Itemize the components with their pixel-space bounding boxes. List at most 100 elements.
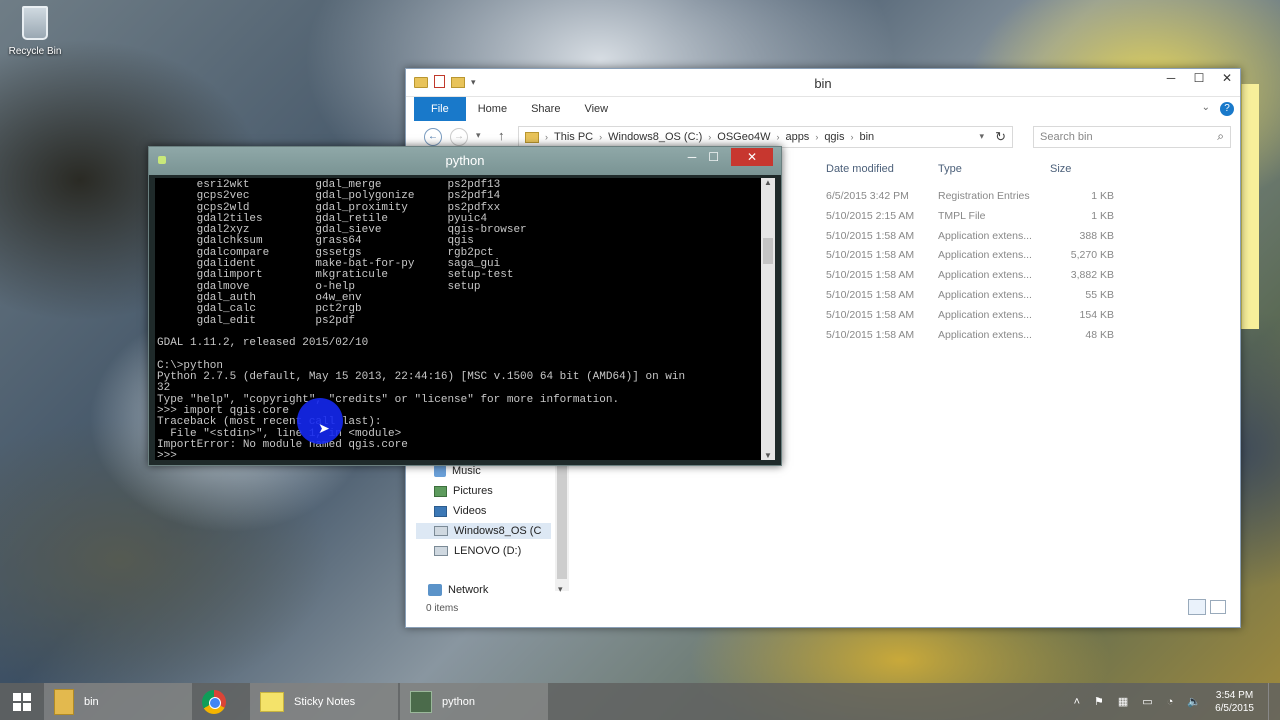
taskbar-item-python[interactable]: python xyxy=(400,683,548,720)
crumb-this-pc[interactable]: This PC xyxy=(554,131,593,143)
taskbar: bin Sticky Notes python ˄ ⚑ ▦ ▭ ◔ 🔈 3:54… xyxy=(0,683,1280,720)
chevron-down-icon[interactable]: ▼ xyxy=(764,451,772,460)
windows-logo-icon xyxy=(13,692,31,711)
python-icon xyxy=(410,690,432,713)
taskbar-item-label: Sticky Notes xyxy=(294,695,356,708)
taskbar-item-sticky-notes[interactable]: Sticky Notes xyxy=(250,683,398,720)
column-size[interactable]: Size xyxy=(1050,163,1071,175)
crumb-bin[interactable]: bin xyxy=(860,131,875,143)
maximize-icon[interactable]: ☐ xyxy=(708,150,719,164)
scrollbar-thumb[interactable] xyxy=(557,451,567,579)
details-view-icon[interactable] xyxy=(1188,599,1206,615)
large-icons-view-icon[interactable] xyxy=(1210,600,1226,614)
close-icon[interactable]: ✕ xyxy=(1220,71,1234,85)
nav-item-pictures[interactable]: Pictures xyxy=(434,485,493,497)
maximize-icon[interactable]: ☐ xyxy=(1192,71,1206,85)
folder-icon xyxy=(54,688,74,715)
sticky-note-window-edge[interactable] xyxy=(1241,84,1259,329)
window-controls: ─ ☐ ✕ xyxy=(1164,71,1234,85)
recent-locations-icon[interactable]: ▾ xyxy=(476,130,481,141)
minimize-icon[interactable]: ─ xyxy=(688,150,697,164)
table-row[interactable]: 5/10/2015 1:58 AM Application extens... 55… xyxy=(818,286,1218,306)
back-button[interactable]: ← xyxy=(424,128,442,146)
table-row[interactable]: 5/10/2015 1:58 AM Application extens... 3,… xyxy=(818,266,1218,286)
chevron-right-icon[interactable]: › xyxy=(708,132,711,142)
taskbar-item-chrome[interactable] xyxy=(192,683,248,720)
expand-ribbon-icon[interactable]: ⌄ xyxy=(1202,102,1210,116)
battery-icon[interactable]: ▭ xyxy=(1142,695,1152,708)
tab-file[interactable]: File xyxy=(414,97,466,121)
cell-size: 48 KB xyxy=(1085,328,1114,341)
mouse-pointer-icon: ➤ xyxy=(318,420,330,436)
folder-icon xyxy=(525,131,539,143)
chevron-up-icon[interactable]: ▲ xyxy=(764,178,772,187)
cell-size: 5,270 KB xyxy=(1070,249,1114,262)
chevron-right-icon[interactable]: › xyxy=(776,132,779,142)
tab-share[interactable]: Share xyxy=(519,97,572,121)
action-center-flag-icon[interactable]: ⚑ xyxy=(1094,695,1104,708)
cell-type: Application extens... xyxy=(938,229,1032,242)
address-dropdown-icon[interactable]: ▾ xyxy=(979,131,984,142)
show-hidden-icons-icon[interactable]: ˄ xyxy=(1074,696,1080,708)
cell-date: 5/10/2015 1:58 AM xyxy=(826,269,915,282)
tab-view[interactable]: View xyxy=(572,97,620,121)
crumb-qgis[interactable]: qgis xyxy=(824,131,844,143)
wifi-icon[interactable]: ◔ xyxy=(1167,696,1174,708)
cell-type: Registration Entries xyxy=(938,190,1030,202)
chevron-down-icon[interactable]: ▾ xyxy=(558,584,563,595)
nav-item-videos[interactable]: Videos xyxy=(434,505,486,517)
chevron-right-icon[interactable]: › xyxy=(545,132,548,142)
taskbar-item-bin[interactable]: bin xyxy=(44,683,192,720)
console-titlebar[interactable]: python ─ ☐ ✕ xyxy=(149,147,781,175)
start-button[interactable] xyxy=(0,683,44,720)
clock[interactable]: 3:54 PM 6/5/2015 xyxy=(1215,689,1254,715)
minimize-icon[interactable]: ─ xyxy=(1164,71,1178,85)
console-scrollbar[interactable]: ▲ ▼ xyxy=(761,178,775,460)
nav-item-windows-drive[interactable]: Windows8_OS (C xyxy=(416,523,551,539)
crumb-apps[interactable]: apps xyxy=(785,131,809,143)
refresh-icon[interactable]: ↻ xyxy=(995,129,1006,145)
column-date-modified[interactable]: Date modified xyxy=(826,163,894,175)
volume-icon[interactable]: 🔈 xyxy=(1187,695,1201,708)
console-window-controls: ─ ☐ ✕ xyxy=(688,148,773,166)
forward-button[interactable]: → xyxy=(450,128,468,146)
nav-item-label: Network xyxy=(448,584,489,596)
address-bar[interactable]: › This PC › Windows8_OS (C:) › OSGeo4W ›… xyxy=(518,126,1013,148)
table-row[interactable]: 5/10/2015 1:58 AM Application extens... 15… xyxy=(818,306,1218,326)
table-row[interactable]: 6/5/2015 3:42 PM Registration Entries 1 KB xyxy=(818,187,1218,207)
help-icon[interactable]: ? xyxy=(1220,102,1234,116)
chevron-right-icon[interactable]: › xyxy=(815,132,818,142)
tab-home[interactable]: Home xyxy=(466,97,519,121)
chevron-right-icon[interactable]: › xyxy=(851,132,854,142)
network-icon xyxy=(428,584,442,596)
up-button[interactable]: ↑ xyxy=(498,128,505,143)
scrollbar-thumb[interactable] xyxy=(763,238,773,264)
ribbon-tabs: File Home Share View ⌄ ? xyxy=(406,97,1240,121)
window-title: bin xyxy=(814,76,832,91)
close-icon[interactable]: ✕ xyxy=(731,148,773,166)
nav-item-lenovo-drive[interactable]: LENOVO (D:) xyxy=(434,545,521,557)
column-type[interactable]: Type xyxy=(938,163,962,175)
cell-date: 6/5/2015 3:42 PM xyxy=(826,190,909,202)
network-icon[interactable]: ▦ xyxy=(1118,695,1128,708)
cell-size: 55 KB xyxy=(1085,289,1114,301)
table-row[interactable]: 5/10/2015 2:15 AM TMPL File 1 KB xyxy=(818,207,1218,227)
chevron-right-icon[interactable]: › xyxy=(599,132,602,142)
table-row[interactable]: 5/10/2015 1:58 AM Application extens... 48… xyxy=(818,326,1218,346)
show-desktop-button[interactable] xyxy=(1268,683,1272,720)
videos-icon xyxy=(434,505,447,517)
nav-item-music[interactable]: Music xyxy=(434,465,481,477)
pictures-icon xyxy=(434,485,447,497)
table-row[interactable]: 5/10/2015 1:58 AM Application extens... 38… xyxy=(818,227,1218,247)
recycle-bin-icon[interactable]: Recycle Bin xyxy=(4,6,66,57)
explorer-titlebar[interactable]: ▾ bin ─ ☐ ✕ xyxy=(406,69,1240,97)
crumb-windows-drive[interactable]: Windows8_OS (C:) xyxy=(608,131,702,143)
search-icon[interactable]: ⌕ xyxy=(1217,129,1224,144)
view-buttons xyxy=(1188,599,1226,615)
search-input[interactable]: Search bin ⌕ xyxy=(1033,126,1231,148)
nav-item-network[interactable]: Network xyxy=(428,584,488,596)
table-row[interactable]: 5/10/2015 1:58 AM Application extens... 5,… xyxy=(818,246,1218,266)
crumb-osgeo4w[interactable]: OSGeo4W xyxy=(717,131,770,143)
console-output[interactable]: esri2wkt gdal_merge ps2pdf13 gcps2vec gd… xyxy=(155,178,761,460)
search-placeholder: Search bin xyxy=(1040,131,1093,143)
